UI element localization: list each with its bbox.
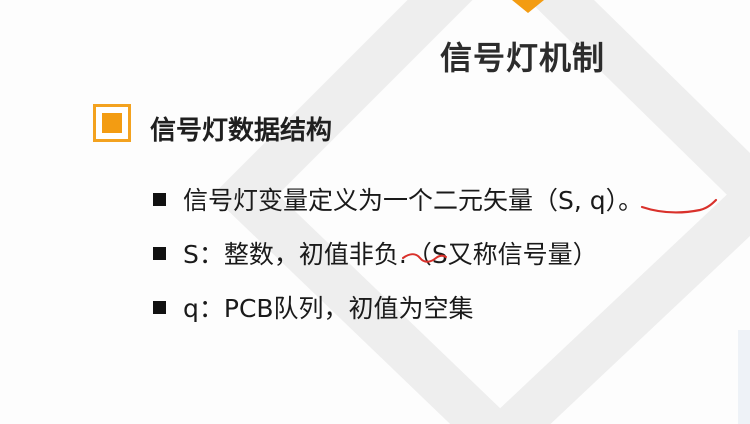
square-bullet-icon	[153, 192, 166, 206]
bullet-list: 信号灯变量定义为一个二元矢量（S, q）。 S：整数，初值非负.（S又称信号量）…	[153, 172, 643, 334]
section-heading: 信号灯数据结构	[150, 116, 333, 146]
bullet-text: 信号灯变量定义为一个二元矢量（S, q）。	[183, 186, 644, 215]
slide: 信号灯机制 信号灯数据结构 信号灯变量定义为一个二元矢量（S, q）。 S：整数…	[0, 0, 750, 424]
right-edge-shadow	[738, 330, 750, 424]
orange-square-icon	[93, 104, 131, 142]
list-item: S：整数，初值非负.（S又称信号量）	[153, 226, 643, 280]
bullet-text: q：PCB队列，初值为空集	[183, 294, 474, 323]
square-bullet-icon	[153, 300, 166, 314]
orange-square-inner	[102, 113, 122, 133]
list-item: q：PCB队列，初值为空集	[153, 280, 643, 334]
slide-title: 信号灯机制	[440, 39, 606, 77]
square-bullet-icon	[153, 246, 166, 260]
bullet-text: S：整数，初值非负.（S又称信号量）	[183, 240, 598, 269]
list-item: 信号灯变量定义为一个二元矢量（S, q）。	[153, 172, 643, 226]
